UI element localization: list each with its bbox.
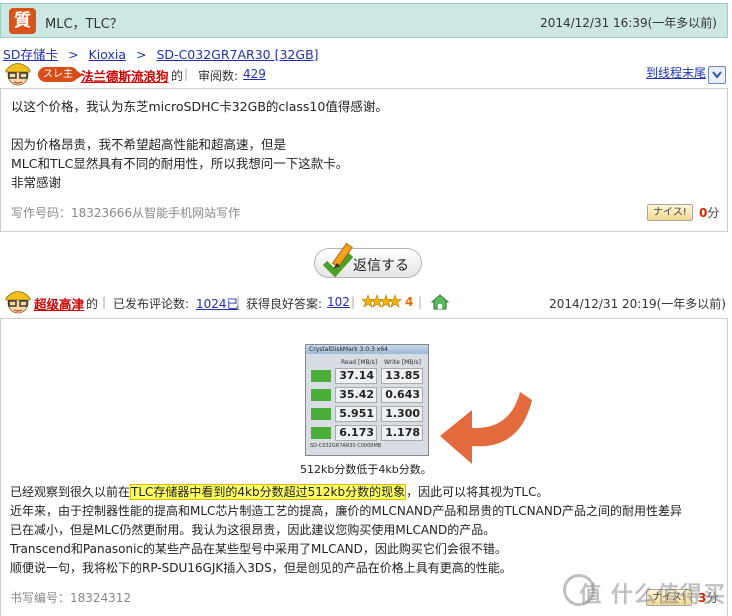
pencil-reply-icon	[322, 242, 354, 278]
posted-label: 已发布评论数:	[113, 297, 190, 311]
good-answer-label: 获得良好答案:	[246, 297, 323, 311]
highlighted-phrase: TLC存储器中看到的4kb分数超过512kb分数的现象	[130, 484, 407, 500]
screenshot-write-value: 13.85	[381, 368, 423, 384]
rank-star-count: 4	[405, 295, 414, 309]
breadcrumb-product[interactable]: SD-C032GR7AR30 [32GB]	[157, 47, 319, 62]
answer-time: 2014/12/31 20:19(一年多以前)	[549, 297, 726, 311]
arrow-down-icon[interactable]	[708, 66, 726, 84]
screenshot-caption: 512kb分数低于4kb分数。	[300, 463, 432, 476]
curved-arrow-icon	[440, 392, 532, 464]
answer-line: 顺便说一句，我将松下的RP-SDU16GJK插入3DS，但是创见的产品在价格上具…	[10, 561, 512, 575]
screenshot-write-value: 0.643	[381, 387, 423, 403]
screenshot-read-value: 6.173	[335, 425, 377, 441]
review-count-link[interactable]: 429	[243, 67, 266, 81]
review-label: 审阅数:	[198, 69, 239, 83]
question-line: 非常感谢	[11, 175, 62, 190]
question-post-meta: 写作号码：18323666从智能手机网站写作	[11, 206, 241, 220]
asker-row: スレ主 法兰德斯流浪狗 的 | 审阅数: 429 到线程末尾	[0, 62, 732, 86]
screenshot-write-value: 1.300	[381, 406, 423, 422]
good-answer-count-link[interactable]: 102	[327, 295, 350, 309]
answer-text: 已经观察到很久以前在TLC存储器中看到的4kb分数超过512kb分数的现象，因此…	[10, 483, 725, 578]
answer-line: Transcend和Panasonic的某些产品在某些型号中采用了MLCAND，…	[10, 542, 507, 556]
screenshot-read-value: 35.42	[335, 387, 377, 403]
home-icon[interactable]	[430, 293, 450, 311]
asker-avatar-icon[interactable]	[3, 59, 33, 87]
nice-button[interactable]: ナイス!	[647, 204, 693, 221]
question-line: MLC和TLC显然具有不同的耐用性，所以我想问一下这款卡。	[11, 156, 349, 171]
screenshot-results: 37.14 13.85 35.42 0.643 5.951 1.300 6.17…	[309, 367, 425, 443]
to-thread-end-link[interactable]: 到线程末尾	[646, 64, 706, 81]
question-header: 質 MLC，TLC？ 2014/12/31 16:39(一年多以前)	[0, 3, 728, 38]
divider: |	[236, 295, 241, 309]
answerer-avatar-icon[interactable]	[3, 287, 33, 315]
question-line: 以这个价格，我认为东芝microSDHC卡32GB的class10值得感谢。	[11, 99, 388, 114]
screenshot-read-value: 5.951	[335, 406, 377, 422]
reply-button[interactable]: 返信する	[314, 242, 422, 278]
breadcrumb: SD存储卡 > Kioxia > SD-C032GR7AR30 [32GB]	[3, 44, 319, 63]
divider: |	[102, 295, 107, 309]
question-line	[11, 116, 388, 135]
question-line: 因为价格昂贵，我不希望超高性能和超高速，但是	[11, 137, 287, 152]
question-badge: 質	[9, 8, 36, 34]
divider: |	[184, 67, 189, 81]
question-title: MLC，TLC？	[45, 17, 123, 32]
screenshot-col-write: Write [MB/s]	[384, 359, 421, 366]
benchmark-screenshot[interactable]: CrystalDiskMark 3.0.3 x64 Read [MB/s] Wr…	[305, 344, 429, 456]
screenshot-read-value: 37.14	[335, 368, 377, 384]
divider: |	[351, 295, 356, 309]
answerer-name-suffix: 的	[86, 297, 99, 311]
asker-name-suffix: 的	[171, 69, 184, 83]
asker-name[interactable]: 法兰德斯流浪狗	[81, 66, 169, 85]
score-unit: 分	[707, 206, 720, 220]
answer-line: 近年来，由于控制器性能的提高和MLC芯片制造工艺的提高，廉价的MLCNAND产品…	[10, 504, 683, 518]
breadcrumb-sep: >	[136, 47, 147, 62]
divider: |	[418, 295, 423, 309]
question-time: 2014/12/31 16:39(一年多以前)	[540, 16, 717, 30]
screenshot-footer: SD-C032GR7AR30 C0000MB	[310, 443, 382, 449]
reply-button-label: 返信する	[353, 258, 409, 274]
breadcrumb-sep: >	[68, 47, 79, 62]
screenshot-col-read: Read [MB/s]	[341, 359, 378, 366]
question-body: 以这个价格，我认为东芝microSDHC卡32GB的class10值得感谢。 因…	[0, 88, 728, 232]
watermark: 值 什么值得买	[579, 583, 726, 608]
thread-owner-badge: スレ主	[38, 67, 83, 82]
screenshot-write-value: 1.178	[381, 425, 423, 441]
rank-stars-icon	[362, 294, 402, 308]
answer-post-meta: 书写编号：18324312	[10, 591, 132, 605]
answer-line: 已在减小，但是MLC仍然更耐用。我认为这很昂贵，因此建议您购买使用MLCAND的…	[10, 523, 496, 537]
breadcrumb-kioxia[interactable]: Kioxia	[89, 47, 126, 62]
posted-count-link[interactable]: 1024已	[196, 297, 239, 311]
answer-line: 已经观察到很久以前在TLC存储器中看到的4kb分数超过512kb分数的现象，因此…	[10, 484, 549, 500]
answerer-row: 超级高津 的 | 已发布评论数: 1024已 | 获得良好答案: 102 | 4…	[0, 290, 732, 314]
screenshot-titlebar: CrystalDiskMark 3.0.3 x64	[306, 345, 428, 354]
answerer-name[interactable]: 超级高津	[34, 294, 84, 313]
